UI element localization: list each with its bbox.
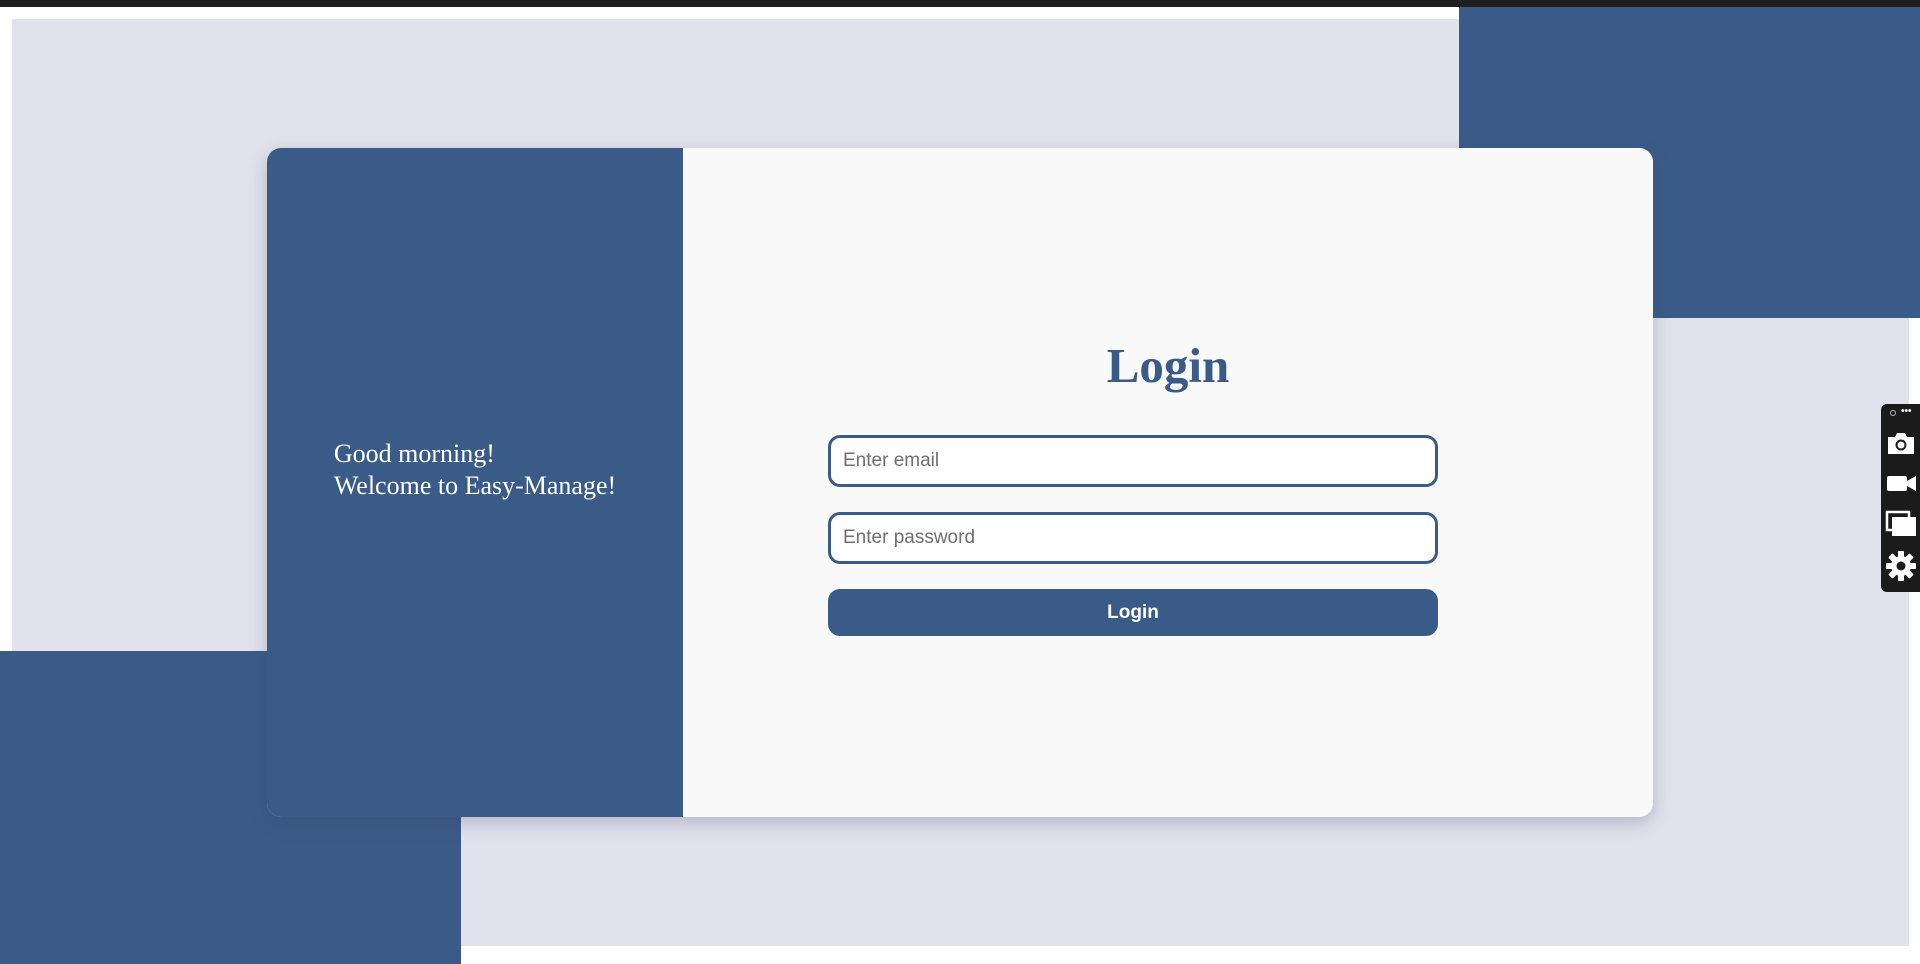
welcome-message: Good morning! Welcome to Easy-Manage! bbox=[334, 438, 616, 502]
login-form-panel: Login Login bbox=[683, 148, 1653, 817]
toolbar-status-dot bbox=[1890, 410, 1896, 416]
window-icon[interactable] bbox=[1885, 508, 1918, 540]
video-icon[interactable] bbox=[1885, 468, 1918, 500]
gear-icon[interactable] bbox=[1885, 550, 1918, 582]
email-field[interactable] bbox=[828, 435, 1438, 487]
toolbar-more-icon[interactable]: ••• bbox=[1901, 405, 1912, 419]
welcome-panel: Good morning! Welcome to Easy-Manage! bbox=[267, 148, 683, 817]
login-card: Good morning! Welcome to Easy-Manage! Lo… bbox=[267, 148, 1653, 817]
browser-top-strip bbox=[0, 0, 1920, 7]
password-field[interactable] bbox=[828, 512, 1438, 564]
greeting-text: Good morning! bbox=[333, 439, 495, 468]
login-button[interactable]: Login bbox=[828, 589, 1438, 636]
login-heading: Login bbox=[1106, 338, 1230, 393]
toolbar-header: ••• bbox=[1881, 405, 1920, 422]
side-toolbar: ••• bbox=[1881, 404, 1920, 592]
welcome-text: Welcome to Easy-Manage! bbox=[333, 471, 617, 500]
camera-icon[interactable] bbox=[1885, 428, 1918, 460]
